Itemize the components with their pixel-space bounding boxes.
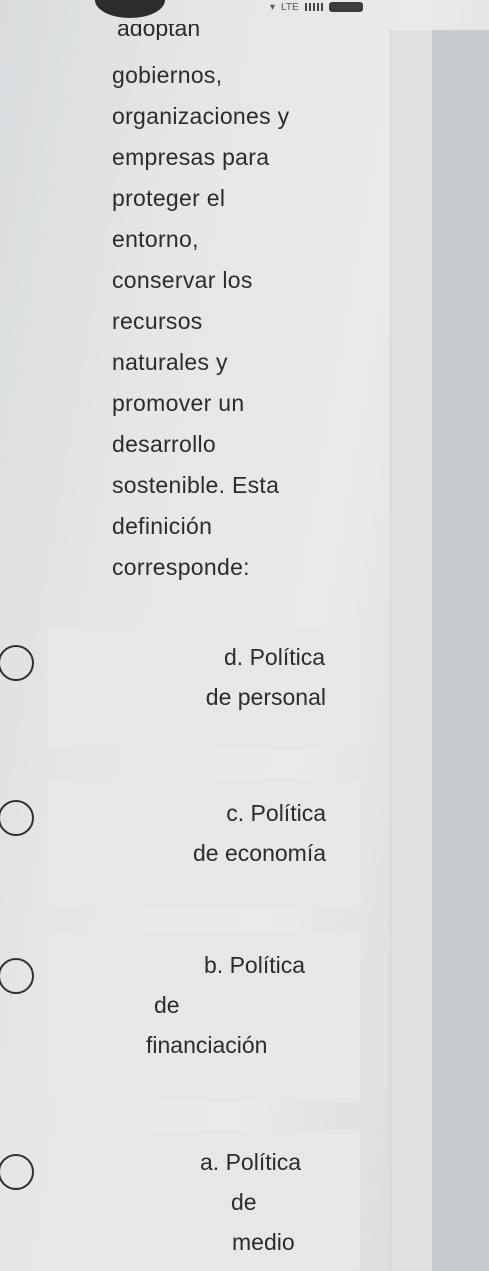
question-text: gobiernos, organizaciones y empresas par… [112, 55, 392, 588]
status-bar: ▾ LTE [0, 0, 489, 22]
question-line: gobiernos, [112, 62, 223, 88]
option-label: d. Política de personal [205, 637, 326, 717]
question-line: naturales y [112, 349, 228, 375]
radio-button-a[interactable] [0, 1154, 34, 1190]
option-line: c. Política [226, 800, 326, 826]
question-line: proteger el [112, 185, 226, 211]
option-label: c. Política de economía [193, 793, 326, 873]
option-b[interactable]: b. Política de financiación [0, 932, 360, 1102]
question-line: corresponde: [112, 554, 250, 580]
option-d[interactable]: d. Política de personal [0, 625, 360, 750]
question-line: organizaciones y [112, 103, 290, 129]
question-line: sostenible. Esta [112, 472, 280, 498]
question-line: empresas para [112, 144, 270, 170]
question-line: conservar los [112, 267, 253, 293]
option-line: financiación [146, 1032, 268, 1058]
option-line: medio [232, 1229, 295, 1255]
option-line: a. Política [200, 1149, 301, 1175]
right-strip [432, 30, 489, 1271]
question-line: promover un [112, 390, 245, 416]
signal-icon [304, 3, 323, 11]
radio-button-d[interactable] [0, 645, 34, 681]
option-line: de economía [193, 840, 326, 866]
question-line: desarrollo [112, 431, 216, 457]
question-line: definición [112, 513, 213, 539]
question-line: entorno, [112, 226, 199, 252]
option-a[interactable]: a. Política de medio [0, 1130, 360, 1271]
radio-button-c[interactable] [0, 800, 34, 836]
option-line: de [231, 1189, 257, 1215]
option-line: de personal [205, 684, 326, 710]
option-c[interactable]: c. Política de economía [0, 778, 360, 908]
option-line: de [154, 992, 180, 1018]
network-label: LTE [281, 1, 299, 13]
option-line: d. Política [224, 644, 325, 670]
battery-icon [328, 2, 363, 12]
option-label: b. Política de financiación [146, 945, 334, 1065]
question-partial-line: adoptan [117, 24, 201, 40]
camera-notch [95, 0, 165, 18]
option-line: b. Política [204, 952, 305, 978]
wifi-icon: ▾ [270, 1, 276, 13]
radio-button-b[interactable] [0, 958, 34, 994]
option-label: a. Política de medio [200, 1142, 301, 1262]
question-line: recursos [112, 308, 203, 334]
status-icons: ▾ LTE [270, 0, 363, 14]
